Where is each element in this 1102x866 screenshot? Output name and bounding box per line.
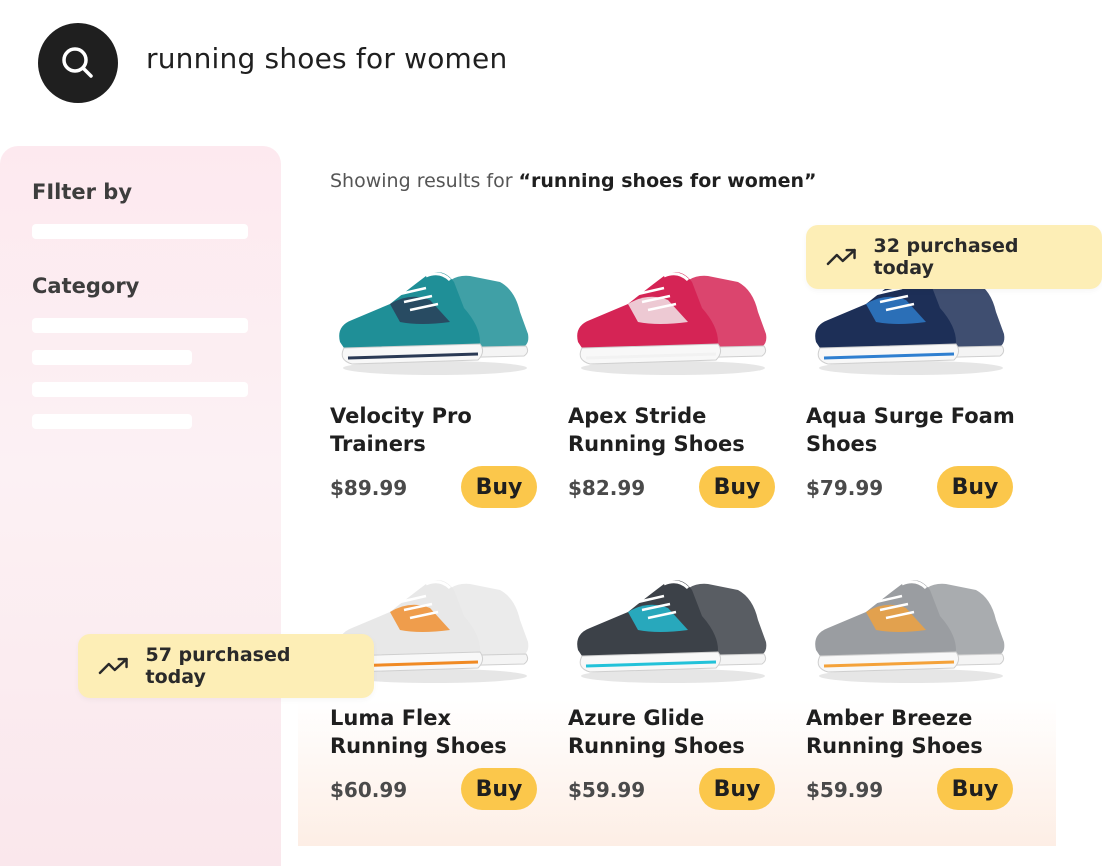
product-image[interactable] — [568, 230, 778, 380]
results-prefix: Showing results for — [330, 170, 519, 192]
buy-button[interactable]: Buy — [699, 466, 775, 508]
buy-button[interactable]: Buy — [461, 768, 537, 810]
product-name[interactable]: Amber Breeze Running Shoes — [806, 704, 1026, 760]
product-price: $82.99 — [568, 476, 646, 500]
purchase-badge: 32 purchased today — [806, 225, 1102, 289]
product-name[interactable]: Apex Stride Running Shoes — [568, 402, 788, 458]
product-image[interactable] — [806, 538, 1016, 688]
purchase-count: 57 purchased today — [145, 644, 291, 688]
shoe-image — [577, 580, 767, 683]
product-name[interactable]: Azure Glide Running Shoes — [568, 704, 788, 760]
buy-button[interactable]: Buy — [461, 466, 537, 508]
filter-sidebar: FIlter by Category — [0, 146, 281, 866]
product-price: $60.99 — [330, 778, 408, 802]
buy-button[interactable]: Buy — [699, 768, 775, 810]
shoe-image — [339, 272, 529, 375]
trending-up-icon — [826, 248, 856, 266]
shoe-image — [577, 272, 767, 375]
product-name[interactable]: Aqua Surge Foam Shoes — [806, 402, 1026, 458]
search-button[interactable] — [38, 23, 118, 103]
category-option[interactable] — [32, 318, 248, 333]
purchase-count: 32 purchased today — [873, 235, 1019, 279]
category-option[interactable] — [32, 414, 192, 429]
category-option[interactable] — [32, 382, 248, 397]
purchase-badge: 57 purchased today — [78, 634, 374, 698]
product-name[interactable]: Luma Flex Running Shoes — [330, 704, 550, 760]
buy-button[interactable]: Buy — [937, 768, 1013, 810]
filter-option[interactable] — [32, 224, 248, 239]
product-price: $59.99 — [806, 778, 884, 802]
product-image[interactable] — [330, 230, 540, 380]
filter-heading: FIlter by — [32, 180, 133, 204]
product-image[interactable] — [568, 538, 778, 688]
product-name[interactable]: Velocity Pro Trainers — [330, 402, 550, 458]
search-input[interactable]: running shoes for women — [146, 42, 507, 75]
product-price: $79.99 — [806, 476, 884, 500]
results-summary: Showing results for “running shoes for w… — [330, 170, 817, 192]
product-price: $59.99 — [568, 778, 646, 802]
buy-button[interactable]: Buy — [937, 466, 1013, 508]
category-option[interactable] — [32, 350, 192, 365]
results-query: “running shoes for women” — [518, 170, 817, 192]
trending-up-icon — [98, 657, 128, 675]
shoe-image — [815, 580, 1005, 683]
category-heading: Category — [32, 274, 140, 298]
search-icon — [62, 47, 93, 78]
product-price: $89.99 — [330, 476, 408, 500]
